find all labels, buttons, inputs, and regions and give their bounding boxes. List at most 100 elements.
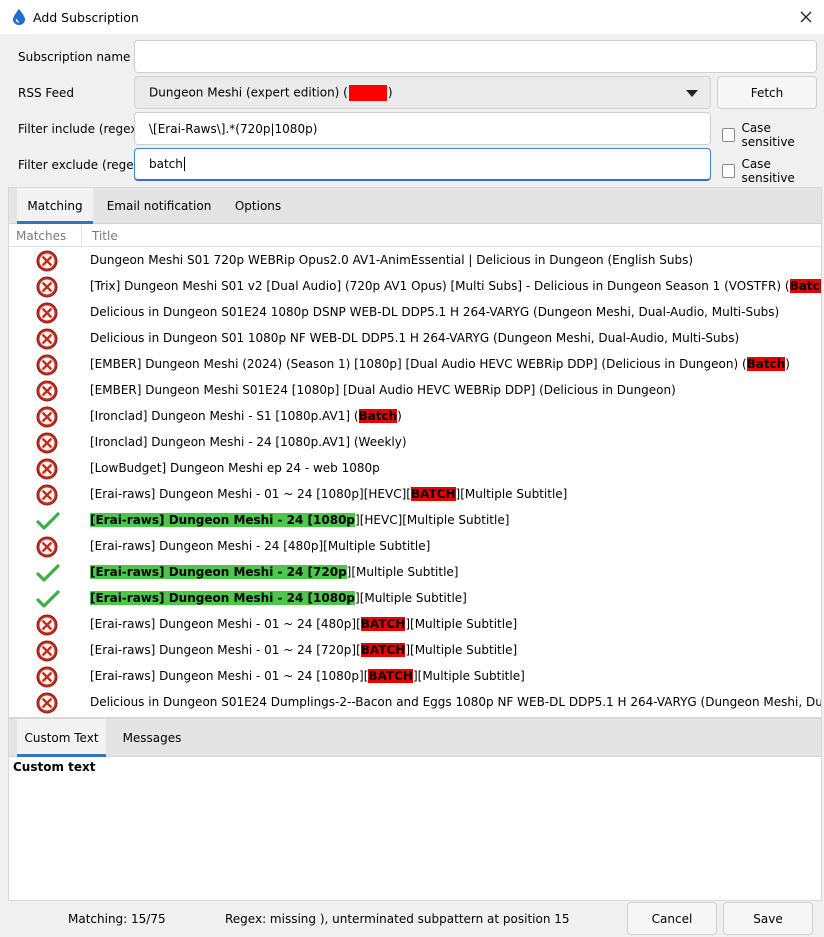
exclude-match-highlight: Batch — [358, 409, 398, 423]
cross-circle-icon — [36, 458, 58, 480]
column-header-title[interactable]: Title — [92, 229, 118, 243]
table-row[interactable]: [Ironclad] Dungeon Meshi - 24 [1080p.AV1… — [9, 430, 821, 456]
table-row[interactable]: [Erai-raws] Dungeon Meshi - 01 ~ 24 [720… — [9, 638, 821, 664]
tab-messages[interactable]: Messages — [114, 719, 190, 757]
tab-email-notification[interactable]: Email notification — [101, 188, 217, 224]
filter-include-value: \[Erai-Raws\].*(720p|1080p) — [149, 121, 318, 136]
exclude-match-highlight: BATCH — [360, 643, 406, 657]
table-row[interactable]: Dungeon Meshi S01 720p WEBRip Opus2.0 AV… — [9, 248, 821, 274]
regex-error-status: Regex: missing ), unterminated subpatter… — [225, 912, 570, 926]
table-row[interactable]: [Erai-raws] Dungeon Meshi - 24 [720p][Mu… — [9, 560, 821, 586]
chevron-down-icon[interactable] — [686, 90, 698, 97]
row-title: [Erai-raws] Dungeon Meshi - 24 [480p][Mu… — [90, 539, 430, 553]
table-row[interactable]: [EMBER] Dungeon Meshi S01E24 [1080p] [Du… — [9, 378, 821, 404]
row-title-text: [Erai-raws] Dungeon Meshi - 24 [480p][Mu… — [90, 539, 431, 553]
exclude-match-highlight: BATCH — [368, 669, 413, 683]
row-title: [Erai-raws] Dungeon Meshi - 24 [1080p][M… — [90, 591, 467, 605]
row-title: [Erai-raws] Dungeon Meshi - 01 ~ 24 [480… — [90, 617, 517, 631]
row-title: Delicious in Dungeon S01E24 1080p DSNP W… — [90, 305, 779, 319]
row-title: [EMBER] Dungeon Meshi S01E24 [1080p] [Du… — [90, 383, 676, 397]
custom-text-label: Custom text — [13, 760, 96, 774]
row-title-text: [Erai-raws] Dungeon Meshi - 01 ~ 24 [480… — [90, 617, 361, 631]
checkbox-box[interactable] — [722, 128, 736, 142]
check-icon — [36, 588, 60, 610]
row-title: [EMBER] Dungeon Meshi (2024) (Season 1) … — [90, 357, 790, 371]
subscription-name-label: Subscription name — [18, 50, 131, 64]
table-row[interactable]: [Erai-raws] Dungeon Meshi - 24 [1080p][M… — [9, 586, 821, 612]
cross-circle-icon — [36, 692, 58, 714]
cross-circle-icon — [36, 432, 58, 454]
table-row[interactable]: [EMBER] Dungeon Meshi (2024) (Season 1) … — [9, 352, 821, 378]
cross-circle-icon — [36, 640, 58, 662]
row-title-text: ][Multiple Subtitle] — [346, 565, 459, 579]
row-title-text: ) — [785, 357, 790, 371]
results-panel: Matching Email notification Options Matc… — [8, 187, 822, 718]
cancel-button[interactable]: Cancel — [627, 902, 717, 935]
row-title: [Erai-raws] Dungeon Meshi - 24 [720p][Mu… — [90, 565, 458, 579]
table-row[interactable]: [Ironclad] Dungeon Meshi - S1 [1080p.AV1… — [9, 404, 821, 430]
row-title-text: [Erai-raws] Dungeon Meshi - 01 ~ 24 [108… — [90, 669, 369, 683]
rss-feed-value-text: Dungeon Meshi (expert edition) ( — [149, 85, 348, 99]
table-row[interactable]: [Erai-raws] Dungeon Meshi - 24 [1080p][H… — [9, 508, 821, 534]
droplet-icon — [11, 8, 27, 26]
row-title-text: ) — [397, 409, 402, 423]
rss-feed-select[interactable]: Dungeon Meshi (expert edition) () — [134, 76, 711, 109]
checkbox-box[interactable] — [722, 164, 736, 178]
row-title: [LowBudget] Dungeon Meshi ep 24 - web 10… — [90, 461, 380, 475]
row-title-text: ][HEVC][Multiple Subtitle] — [355, 513, 510, 527]
row-title: [Trix] Dungeon Meshi S01 v2 [Dual Audio]… — [90, 279, 821, 293]
row-title: [Ironclad] Dungeon Meshi - 24 [1080p.AV1… — [90, 435, 407, 449]
cross-circle-icon — [36, 380, 58, 402]
cross-circle-icon — [36, 614, 58, 636]
subscription-name-input[interactable] — [134, 40, 817, 73]
fetch-button[interactable]: Fetch — [717, 76, 817, 109]
cross-circle-icon — [36, 536, 58, 558]
case-sensitive-label: Case sensitive — [741, 157, 795, 185]
table-header: Matches Title — [9, 225, 821, 247]
row-title-text: [Erai-raws] Dungeon Meshi - 01 ~ 24 [720… — [90, 643, 361, 657]
tab-custom-text[interactable]: Custom Text — [17, 719, 106, 757]
row-title-text: [EMBER] Dungeon Meshi S01E24 [1080p] [Du… — [90, 383, 676, 397]
filter-exclude-value: batch — [149, 157, 183, 171]
table-row[interactable]: [Trix] Dungeon Meshi S01 v2 [Dual Audio]… — [9, 274, 821, 300]
cross-circle-icon — [36, 666, 58, 688]
cross-circle-icon — [36, 302, 58, 324]
table-row[interactable]: Delicious in Dungeon S01 1080p NF WEB-DL… — [9, 326, 821, 352]
cross-circle-icon — [36, 276, 58, 298]
filter-exclude-case-checkbox[interactable]: Case sensitive — [722, 157, 824, 185]
filter-exclude-input[interactable]: batch — [134, 148, 711, 181]
column-header-matches[interactable]: Matches — [16, 229, 66, 243]
row-title-text: [Erai-raws] Dungeon Meshi - 01 ~ 24 [108… — [90, 487, 411, 501]
filter-include-input[interactable]: \[Erai-Raws\].*(720p|1080p) — [134, 112, 711, 145]
row-title-text: [Ironclad] Dungeon Meshi - S1 [1080p.AV1… — [90, 409, 359, 423]
row-title-text: Dungeon Meshi S01 720p WEBRip Opus2.0 AV… — [90, 253, 694, 267]
filter-include-case-checkbox[interactable]: Case sensitive — [722, 121, 824, 149]
table-row[interactable]: [Erai-raws] Dungeon Meshi - 24 [480p][Mu… — [9, 534, 821, 560]
exclude-match-highlight: BATCH — [360, 617, 406, 631]
redaction-box — [348, 84, 387, 101]
matching-count: Matching: 15/75 — [68, 912, 166, 926]
bottom-tab-bar: Custom Text Messages — [9, 719, 821, 757]
exclude-match-highlight: Batch — [746, 357, 786, 371]
results-list[interactable]: Dungeon Meshi S01 720p WEBRip Opus2.0 AV… — [9, 248, 821, 718]
cross-circle-icon — [36, 354, 58, 376]
close-icon[interactable] — [794, 5, 818, 29]
column-divider[interactable] — [81, 225, 82, 247]
table-row[interactable]: [Erai-raws] Dungeon Meshi - 01 ~ 24 [480… — [9, 612, 821, 638]
table-row[interactable]: [Erai-raws] Dungeon Meshi - 01 ~ 24 [108… — [9, 482, 821, 508]
table-row[interactable]: [Erai-raws] Dungeon Meshi - 01 ~ 24 [108… — [9, 664, 821, 690]
exclude-match-highlight: BATCH — [410, 487, 456, 501]
window-title: Add Subscription — [33, 9, 139, 25]
tab-options[interactable]: Options — [225, 188, 291, 224]
table-row[interactable]: [LowBudget] Dungeon Meshi ep 24 - web 10… — [9, 456, 821, 482]
row-title-text: [EMBER] Dungeon Meshi (2024) (Season 1) … — [90, 357, 747, 371]
cross-circle-icon — [36, 250, 58, 272]
table-row[interactable]: Delicious in Dungeon S01E24 1080p DSNP W… — [9, 300, 821, 326]
table-row[interactable]: Delicious in Dungeon S01E24 Dumplings-2-… — [9, 690, 821, 716]
save-button[interactable]: Save — [723, 902, 813, 935]
rss-feed-value: Dungeon Meshi (expert edition) () — [149, 84, 393, 101]
tab-matching[interactable]: Matching — [17, 188, 93, 224]
check-icon — [36, 510, 60, 532]
row-title-text: [LowBudget] Dungeon Meshi ep 24 - web 10… — [90, 461, 380, 475]
row-title-text: ][Multiple Subtitle] — [412, 669, 525, 683]
